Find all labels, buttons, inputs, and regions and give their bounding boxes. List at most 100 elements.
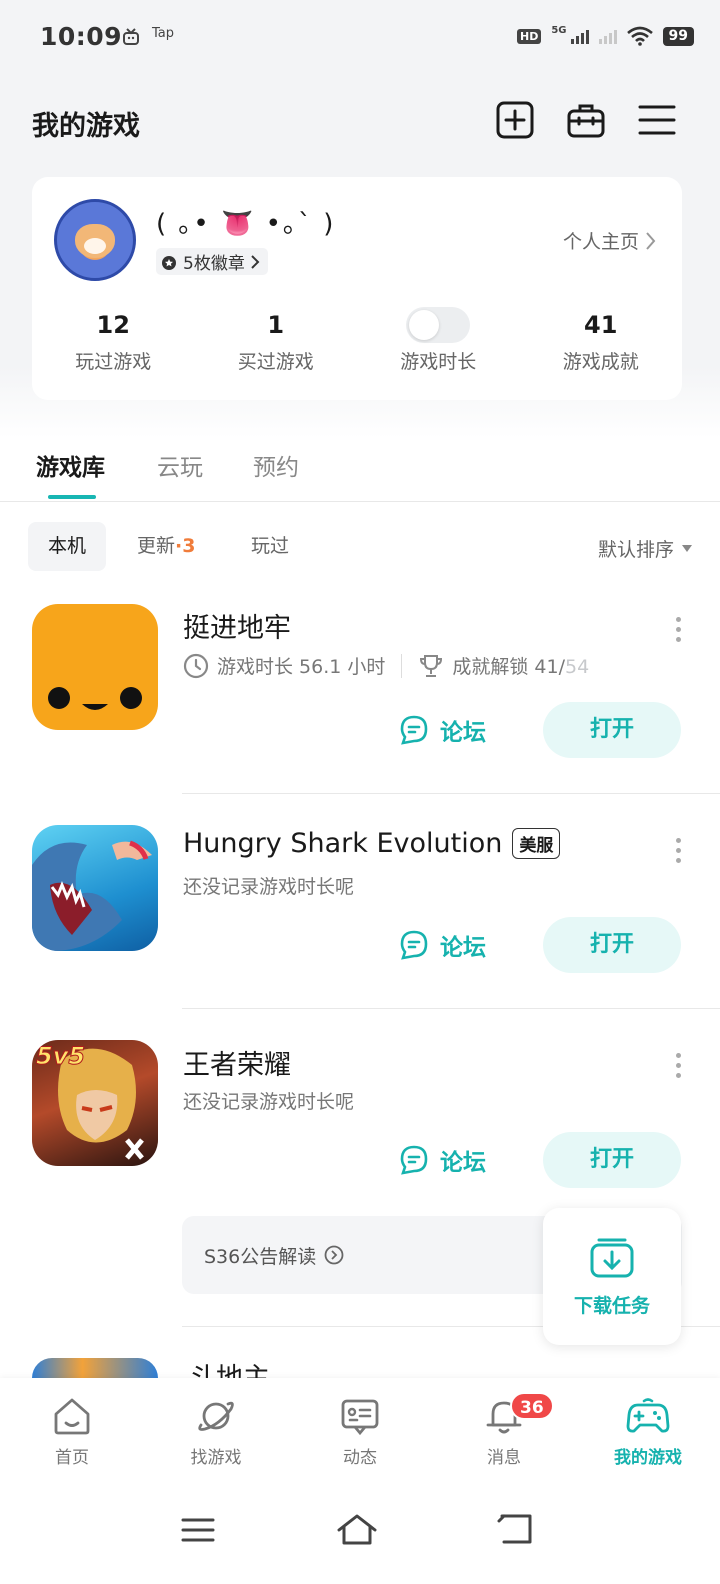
game-title-text: 挺进地牢 bbox=[183, 613, 291, 644]
tab-active-indicator bbox=[48, 495, 96, 499]
clock-icon bbox=[183, 653, 209, 678]
open-game-button[interactable]: 打开 bbox=[543, 1132, 681, 1188]
main-tabs: 游戏库 云玩 预约 bbox=[0, 438, 720, 502]
gungeon-face-icon bbox=[48, 687, 142, 710]
open-game-button[interactable]: 打开 bbox=[543, 702, 681, 758]
system-home-icon[interactable] bbox=[335, 1508, 379, 1552]
5v5-badge: 5v5 bbox=[35, 1042, 86, 1071]
game-icon-doudizhu[interactable] bbox=[32, 1358, 158, 1378]
filter-updates[interactable]: 更新·3 bbox=[117, 522, 215, 571]
nav-label: 消息 bbox=[487, 1448, 521, 1468]
chat-bubble-icon bbox=[400, 1145, 428, 1175]
more-options-icon[interactable] bbox=[676, 838, 682, 863]
badges-chip[interactable]: 5枚徽章 bbox=[156, 248, 268, 275]
achievements-text: 成就解锁 41/54 bbox=[452, 652, 589, 679]
nickname: ( ｡• 👅 •｡` ) bbox=[156, 209, 336, 239]
forum-label: 论坛 bbox=[440, 720, 486, 746]
stat-played-games[interactable]: 12 玩过游戏 bbox=[32, 307, 195, 374]
updates-count: ·3 bbox=[175, 535, 196, 557]
page-title: 我的游戏 bbox=[32, 111, 140, 142]
notice-text: S36公告解读 bbox=[204, 1245, 317, 1268]
game-title-text: 王者荣耀 bbox=[183, 1050, 291, 1081]
nav-feed[interactable]: 动态 bbox=[288, 1378, 432, 1488]
game-title-text: Hungry Shark Evolution bbox=[183, 828, 503, 859]
status-time: 10:09 bbox=[40, 22, 123, 51]
gamepad-icon bbox=[626, 1398, 670, 1433]
download-box-icon bbox=[590, 1238, 634, 1278]
menu-icon[interactable] bbox=[637, 100, 677, 140]
tv-icon bbox=[123, 28, 139, 45]
back-icon[interactable] bbox=[494, 1508, 538, 1552]
trophy-icon bbox=[420, 654, 443, 677]
more-options-icon[interactable] bbox=[676, 1053, 682, 1078]
wifi-icon bbox=[626, 26, 653, 46]
stat-value: 41 bbox=[584, 311, 618, 339]
nav-label: 我的游戏 bbox=[614, 1448, 682, 1468]
download-tasks-button[interactable]: 下载任务 bbox=[543, 1208, 681, 1345]
tab-cloud-play[interactable]: 云玩 bbox=[157, 448, 203, 482]
stat-bought-games[interactable]: 1 买过游戏 bbox=[195, 307, 358, 374]
badges-count: 5枚徽章 bbox=[183, 254, 245, 274]
game-icon-honor-of-kings[interactable]: 5v5 bbox=[32, 1040, 158, 1166]
status-icons: HD 5G 99 bbox=[517, 24, 694, 46]
sort-dropdown[interactable]: 默认排序 bbox=[598, 535, 692, 562]
forum-label: 论坛 bbox=[440, 1150, 486, 1176]
nav-messages[interactable]: 消息 36 bbox=[432, 1378, 576, 1488]
open-game-button[interactable]: 打开 bbox=[543, 917, 681, 973]
forum-button[interactable]: 论坛 bbox=[398, 928, 486, 962]
arrow-circle-right-icon bbox=[324, 1245, 344, 1265]
stat-value-toggle-wrap bbox=[406, 307, 471, 343]
shark-icon bbox=[32, 840, 152, 951]
game-icon-hungry-shark[interactable] bbox=[32, 825, 158, 951]
avatar[interactable] bbox=[54, 199, 136, 281]
stat-label: 游戏成就 bbox=[562, 351, 639, 373]
avatar-dog-illustration bbox=[75, 224, 115, 258]
chevron-right-icon bbox=[646, 231, 656, 250]
chevron-right-icon bbox=[251, 254, 260, 269]
divider bbox=[401, 653, 403, 678]
stat-achievements[interactable]: 41 游戏成就 bbox=[520, 307, 683, 374]
tab-reservations[interactable]: 预约 bbox=[253, 448, 299, 482]
more-options-icon[interactable] bbox=[676, 617, 682, 642]
sort-label: 默认排序 bbox=[597, 539, 674, 561]
tab-game-library[interactable]: 游戏库 bbox=[36, 448, 105, 482]
tap-notification-icon: Tap bbox=[152, 26, 175, 41]
stat-value: 1 bbox=[267, 311, 285, 339]
playtime-toggle[interactable] bbox=[406, 307, 471, 343]
recent-apps-icon[interactable] bbox=[176, 1508, 220, 1552]
nav-discover[interactable]: 找游戏 bbox=[144, 1378, 288, 1488]
signal-strength-icon bbox=[570, 28, 589, 44]
game-title[interactable]: Hungry Shark Evolution 美服 bbox=[183, 828, 561, 859]
game-title[interactable]: 挺进地牢 bbox=[183, 606, 291, 645]
add-square-icon[interactable] bbox=[495, 100, 535, 140]
forum-label: 论坛 bbox=[440, 935, 486, 961]
filter-local[interactable]: 本机 bbox=[28, 522, 107, 571]
nav-home[interactable]: 首页 bbox=[0, 1378, 144, 1488]
medal-icon bbox=[162, 255, 176, 270]
home-icon bbox=[54, 1398, 90, 1435]
stat-playtime[interactable]: 游戏时长 bbox=[357, 307, 520, 374]
game-note: 还没记录游戏时长呢 bbox=[183, 876, 355, 898]
planet-icon bbox=[198, 1401, 234, 1431]
nav-label: 找游戏 bbox=[190, 1448, 242, 1468]
chat-bubble-icon bbox=[400, 715, 428, 745]
profile-card: ( ｡• 👅 •｡` ) 5枚徽章 个人主页 12 玩过游戏 1 买过游戏 游戏… bbox=[32, 177, 682, 400]
toolbox-icon[interactable] bbox=[566, 100, 606, 140]
feed-icon bbox=[341, 1399, 379, 1436]
profile-stats: 12 玩过游戏 1 买过游戏 游戏时长 41 游戏成就 bbox=[32, 307, 682, 374]
game-title-text[interactable]: 斗地主 bbox=[189, 1358, 270, 1378]
game-icon-gungeon[interactable] bbox=[32, 604, 158, 730]
nav-label: 首页 bbox=[55, 1448, 89, 1468]
forum-button[interactable]: 论坛 bbox=[398, 1143, 486, 1177]
game-title[interactable]: 王者荣耀 bbox=[183, 1043, 291, 1082]
forum-button[interactable]: 论坛 bbox=[398, 713, 486, 747]
stat-label: 买过游戏 bbox=[237, 351, 314, 373]
homepage-link[interactable]: 个人主页 bbox=[563, 227, 656, 254]
nav-my-games[interactable]: 我的游戏 bbox=[576, 1378, 720, 1488]
filter-updates-label: 更新 bbox=[137, 535, 176, 557]
signal-secondary-icon bbox=[598, 28, 617, 44]
game-note: 还没记录游戏时长呢 bbox=[183, 1091, 355, 1113]
status-bar: 10:09 Tap HD 5G 99 bbox=[0, 0, 720, 78]
filter-played[interactable]: 玩过 bbox=[231, 522, 309, 571]
network-type: 5G bbox=[551, 24, 567, 36]
